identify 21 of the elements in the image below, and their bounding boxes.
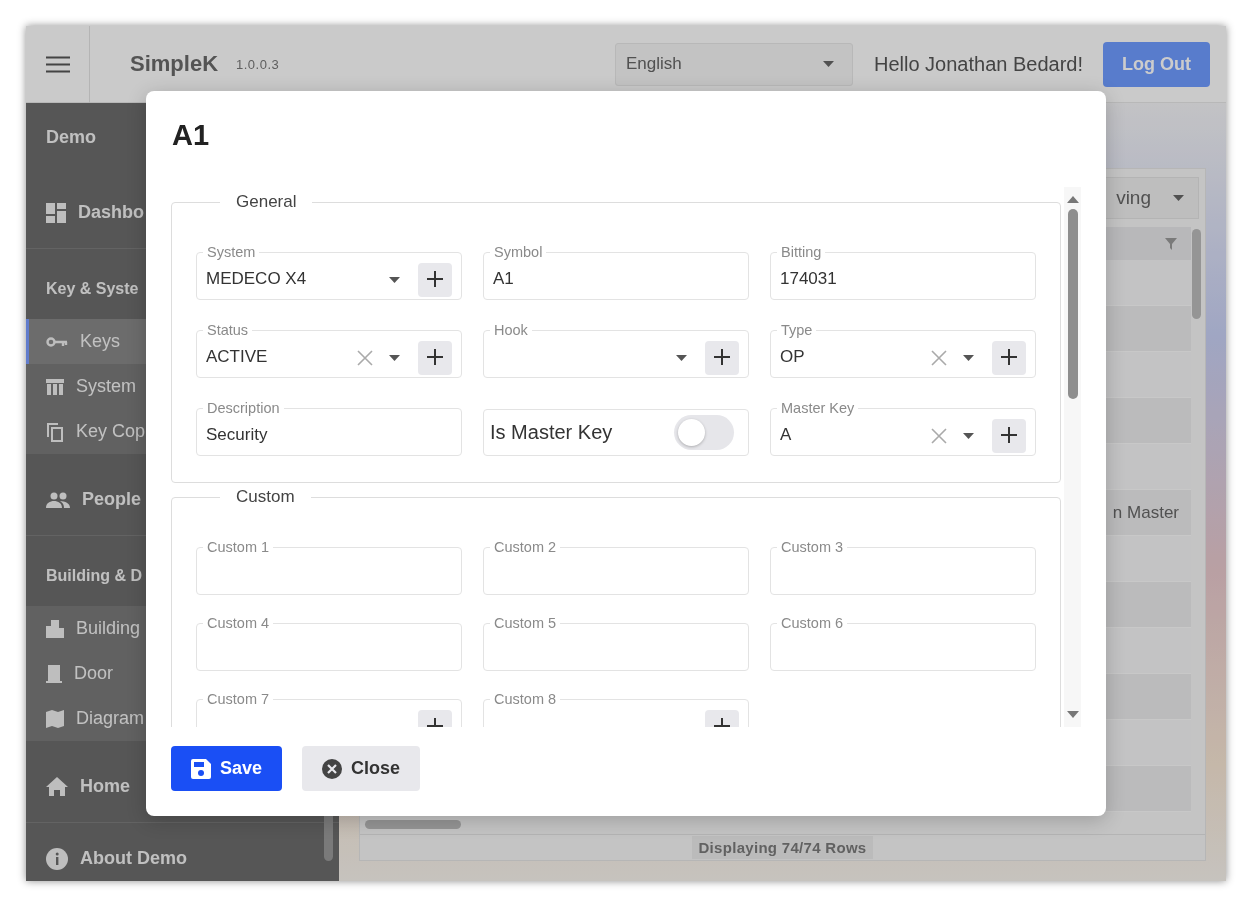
- greeting-text: Hello Jonathan Bedard!: [873, 52, 1083, 76]
- table-cell: n Master: [1112, 502, 1179, 523]
- section-legend: Custom: [220, 487, 311, 507]
- dialog-title: A1: [172, 118, 211, 153]
- sidebar-heading: Building & D: [46, 567, 142, 584]
- sidebar-item-label: People: [82, 489, 142, 510]
- sidebar-heading: Key & Syste: [46, 280, 139, 297]
- sidebar-item-label: Door: [74, 663, 113, 684]
- sidebar-item-label: About Demo: [80, 848, 187, 869]
- app-title: SimpleK: [130, 51, 219, 77]
- sidebar-title: Demo: [46, 127, 96, 147]
- sidebar-item-label: Keys: [80, 331, 121, 352]
- section-legend: General: [220, 192, 313, 212]
- sidebar-item-label: Diagram: [76, 708, 145, 729]
- sidebar-item-label: Building: [76, 618, 141, 639]
- row-count: Displaying 74/74 Rows: [692, 836, 873, 859]
- sidebar-item-label: Dashbo: [78, 202, 144, 223]
- sidebar-item-label: Home: [80, 776, 130, 797]
- sidebar-item-label: System: [76, 376, 136, 397]
- sidebar-item-label: Key Cop: [76, 421, 146, 442]
- app-version: 1.0.0.3: [236, 56, 280, 72]
